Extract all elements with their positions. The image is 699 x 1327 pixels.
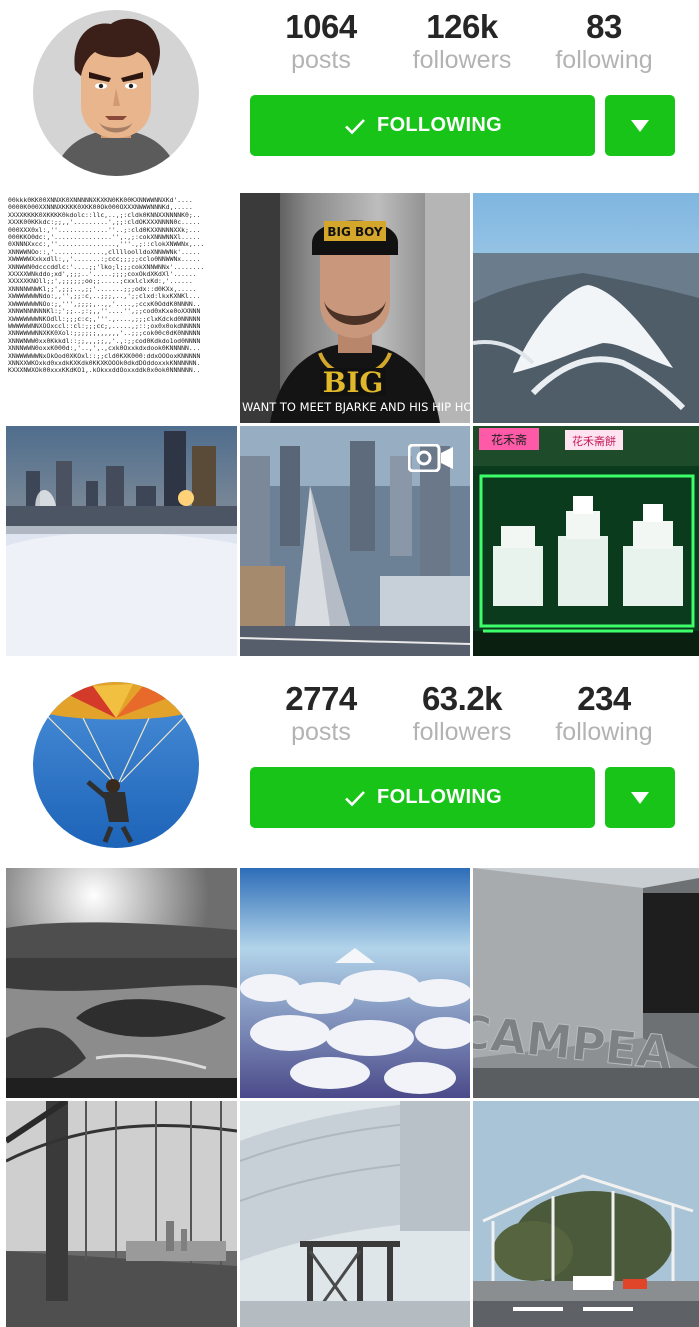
pyramid-building-photo[interactable] [240, 426, 470, 656]
video-camera-icon [408, 444, 454, 472]
check-icon [345, 790, 365, 806]
following-count: 234 [577, 680, 631, 717]
big-portrait-photo[interactable]: BIG BOY BIG WANT TO MEET BJARKE AND HIS … [240, 193, 470, 423]
triangle-down-icon [631, 791, 649, 804]
city-sunset-snow-photo[interactable] [6, 426, 237, 656]
following-button-label: FOLLOWING [377, 114, 502, 136]
posts-count: 2774 [285, 680, 357, 717]
shop-sign-2: 花禾斋餅 [572, 434, 616, 448]
following-button[interactable]: FOLLOWING [250, 95, 595, 156]
bw-islands-photo[interactable] [6, 868, 237, 1098]
followers-count: 63.2k [421, 680, 503, 717]
cake-shop-window-photo[interactable]: 花禾斋 花禾斋餅 [473, 426, 699, 656]
stat-followers[interactable]: 126k followers [397, 8, 527, 74]
aerial-mountain-photo[interactable] [473, 193, 699, 423]
following-button-label: FOLLOWING [377, 786, 502, 808]
stat-posts: 2774 posts [256, 680, 386, 746]
following-count: 83 [586, 8, 622, 45]
stat-following[interactable]: 83 following [539, 8, 669, 74]
stat-posts: 1064 posts [256, 8, 386, 74]
followers-label: followers [412, 718, 512, 746]
campeau-building-photo[interactable]: CAMPEA [473, 868, 699, 1098]
bridge-photo[interactable] [6, 1101, 237, 1327]
posts-label: posts [291, 718, 351, 746]
stat-following[interactable]: 234 following [539, 680, 669, 746]
followers-count: 126k [426, 8, 498, 45]
profile-avatar[interactable] [33, 682, 199, 848]
clouds-mountain-photo[interactable] [240, 868, 470, 1098]
profile-header-2: 2774 posts 63.2k followers 234 following… [0, 672, 699, 860]
following-button[interactable]: FOLLOWING [250, 767, 595, 828]
following-label: following [555, 718, 653, 746]
pavilion-frame-photo[interactable] [473, 1101, 699, 1327]
ascii-art-photo[interactable]: 00kkk0KK00XNNXK0XNNNNNXKXKN0KK00KXNNWWNN… [6, 193, 237, 423]
photo-caption: WANT TO MEET BJARKE AND HIS HIP HO [242, 400, 470, 414]
hat-logo-text: BIG BOY [327, 225, 383, 239]
profile-header-1: 1064 posts 126k followers 83 following F… [0, 0, 699, 188]
check-icon [345, 118, 365, 134]
profile-avatar[interactable] [33, 10, 199, 176]
stat-followers[interactable]: 63.2k followers [397, 680, 527, 746]
dropdown-button[interactable] [605, 767, 675, 828]
posts-count: 1064 [285, 8, 357, 45]
big-pendant-text: BIG [323, 366, 384, 399]
posts-label: posts [291, 46, 351, 74]
triangle-down-icon [631, 119, 649, 132]
following-label: following [555, 46, 653, 74]
dropdown-button[interactable] [605, 95, 675, 156]
shop-sign-1: 花禾斋 [491, 432, 527, 447]
followers-label: followers [412, 46, 512, 74]
pipe-structure-photo[interactable] [240, 1101, 470, 1327]
